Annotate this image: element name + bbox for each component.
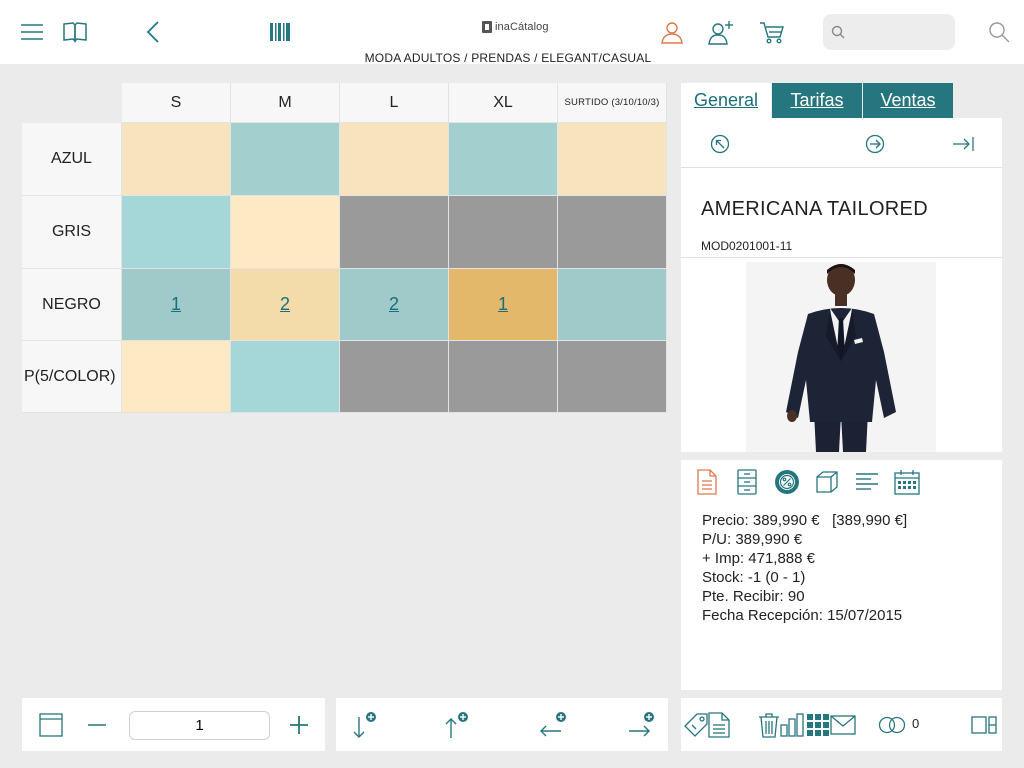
brand-name: inaCátalog — [495, 21, 549, 33]
grid-cell[interactable] — [122, 196, 231, 269]
add-down-icon[interactable] — [348, 710, 378, 740]
pending-line: Pte. Recibir: 90 — [702, 588, 805, 605]
quantity-input[interactable] — [129, 711, 270, 740]
grid-cell[interactable] — [231, 123, 340, 196]
grid-corner — [22, 83, 122, 123]
grid-cell[interactable] — [340, 123, 449, 196]
reception-date-line: Fecha Recepción: 15/07/2015 — [702, 607, 903, 624]
drawers-icon[interactable] — [733, 468, 761, 496]
barcode-icon[interactable] — [264, 16, 296, 48]
grid-cell-disabled — [558, 341, 667, 413]
cell-quantity[interactable]: 1 — [171, 294, 181, 315]
actions-toolbar: 0 — [681, 698, 1002, 751]
add-left-icon[interactable] — [538, 710, 568, 740]
product-name: AMERICANA TAILORED — [701, 198, 928, 220]
grid-cell-disabled — [558, 196, 667, 269]
mail-icon[interactable] — [828, 710, 858, 740]
grid-cell-disabled — [340, 196, 449, 269]
tab-general[interactable]: General — [681, 83, 771, 118]
back-icon[interactable] — [137, 16, 169, 48]
product-nav-row — [681, 118, 1002, 168]
search-input[interactable] — [849, 18, 949, 46]
search-box[interactable] — [823, 14, 955, 50]
user-icon[interactable] — [656, 16, 688, 48]
product-detail-panel: AMERICANA TAILORED MOD0201001-11 — [681, 118, 1002, 452]
top-bar: inaCátalog MODA ADULTOS / PRENDAS / ELEG… — [0, 0, 1024, 65]
brand-mark-icon — [482, 21, 492, 33]
menu-icon[interactable] — [16, 16, 48, 48]
column-header-surtido: SURTIDO (3/10/10/3) — [558, 83, 667, 123]
search-small-icon — [831, 25, 845, 39]
stock-line: Stock: -1 (0 - 1) — [702, 569, 806, 586]
first-item-icon[interactable] — [709, 133, 731, 155]
grid-cell[interactable] — [558, 123, 667, 196]
column-header-s: S — [122, 83, 231, 123]
cell-quantity[interactable]: 1 — [498, 294, 508, 315]
grid-cell[interactable] — [122, 123, 231, 196]
next-item-icon[interactable] — [864, 133, 886, 155]
detail-tabs: General Tarifas Ventas — [681, 83, 953, 118]
info-icon-row — [693, 468, 921, 496]
unit-price-line: P/U: 389,990 € — [702, 531, 803, 548]
grid-cell-disabled — [340, 341, 449, 413]
grid-cell[interactable]: 2 — [340, 269, 449, 341]
brand-logo: inaCátalog — [482, 20, 549, 34]
grid-cell[interactable] — [558, 269, 667, 341]
grid-cell-selected[interactable]: 1 — [449, 269, 558, 341]
tab-ventas[interactable]: Ventas — [863, 83, 953, 118]
add-user-icon[interactable] — [705, 16, 737, 48]
product-image[interactable] — [746, 262, 936, 452]
book-icon[interactable] — [59, 16, 91, 48]
price-info: Precio: 389,990 € [389,990 €] P/U: 389,9… — [702, 511, 907, 625]
grid-cell[interactable] — [231, 341, 340, 413]
cell-quantity[interactable]: 2 — [280, 294, 290, 315]
panel-toggle-icon[interactable] — [969, 710, 999, 740]
grid-cell[interactable]: 2 — [231, 269, 340, 341]
box-icon[interactable] — [813, 468, 841, 496]
discount-icon[interactable] — [773, 468, 801, 496]
notes-icon[interactable] — [704, 710, 734, 740]
breadcrumb: MODA ADULTOS / PRENDAS / ELEGANT/CASUAL — [364, 51, 652, 65]
grid-cell-disabled — [449, 196, 558, 269]
add-up-icon[interactable] — [440, 710, 470, 740]
search-icon[interactable] — [983, 16, 1015, 48]
grid-cell[interactable]: 1 — [122, 269, 231, 341]
row-header-negro: NEGRO — [22, 269, 122, 341]
row-header-azul: AZUL — [22, 123, 122, 196]
compare-count: 0 — [912, 716, 920, 731]
size-color-grid: S M L XL SURTIDO (3/10/10/3) AZUL GRIS N… — [22, 83, 667, 413]
tax-line: + Imp: 471,888 € — [702, 550, 815, 567]
text-align-icon[interactable] — [853, 468, 881, 496]
column-header-xl: XL — [449, 83, 558, 123]
grid-cell[interactable] — [231, 196, 340, 269]
product-code: MOD0201001-11 — [701, 239, 793, 253]
column-header-m: M — [231, 83, 340, 123]
product-info-panel: Precio: 389,990 € [389,990 €] P/U: 389,9… — [681, 460, 1002, 690]
quantity-toolbar — [22, 698, 325, 751]
last-item-icon[interactable] — [952, 133, 974, 155]
grid-cell-disabled — [449, 341, 558, 413]
document-icon[interactable] — [693, 468, 721, 496]
add-right-icon[interactable] — [626, 710, 656, 740]
row-header-gris: GRIS — [22, 196, 122, 269]
price-line: Precio: 389,990 € [389,990 €] — [702, 512, 908, 529]
move-toolbar — [336, 698, 668, 751]
window-icon[interactable] — [36, 710, 66, 740]
column-header-l: L — [340, 83, 449, 123]
grid-cell[interactable] — [449, 123, 558, 196]
calendar-icon[interactable] — [893, 468, 921, 496]
row-header-p5color: P(5/COLOR) — [22, 341, 122, 413]
increase-icon[interactable] — [284, 710, 314, 740]
grid-cell[interactable] — [122, 341, 231, 413]
cell-quantity[interactable]: 2 — [389, 294, 399, 315]
compare-icon[interactable] — [877, 710, 907, 740]
divider — [681, 257, 1002, 258]
tab-tarifas[interactable]: Tarifas — [772, 83, 862, 118]
decrease-icon[interactable] — [82, 710, 112, 740]
cart-icon[interactable] — [756, 16, 788, 48]
